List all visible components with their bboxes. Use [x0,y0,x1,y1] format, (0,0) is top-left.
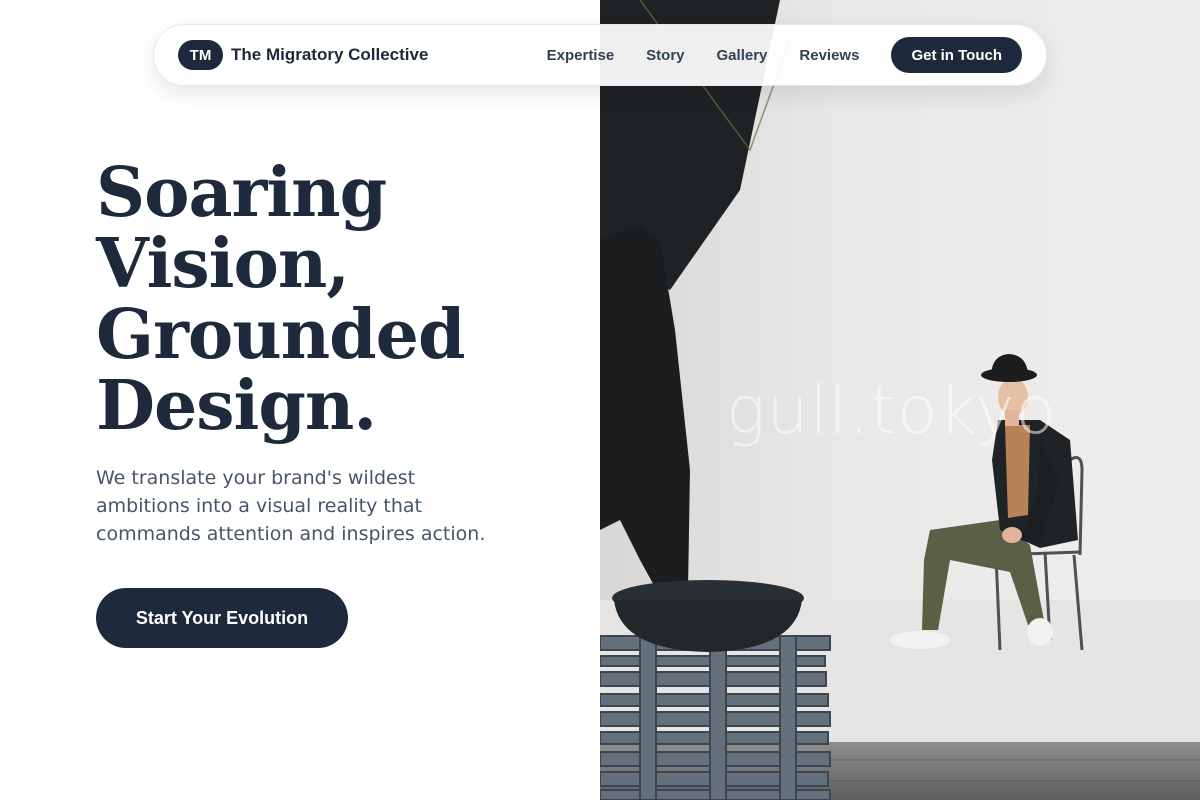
hero-title-line: Design. [96,366,377,446]
hero-title-line: Vision, [96,224,350,304]
nav-link-reviews[interactable]: Reviews [799,47,859,64]
get-in-touch-button[interactable]: Get in Touch [891,37,1022,73]
hero-photo: gull.tokyo [600,0,1200,800]
start-evolution-button[interactable]: Start Your Evolution [96,588,348,648]
hero-title-line: Grounded [96,295,466,375]
photo-watermark: gull.tokyo [726,372,1057,449]
nav-link-story[interactable]: Story [646,47,684,64]
hero-title: Soaring Vision, Grounded Design. [96,158,576,442]
pallet-stack [600,635,831,800]
nav-links: Expertise Story Gallery Reviews Get in T… [547,37,1022,73]
nav-link-gallery[interactable]: Gallery [717,47,768,64]
brand-logo-badge: TM [178,40,223,70]
brand-link[interactable]: TM The Migratory Collective [178,40,428,70]
nav-link-expertise[interactable]: Expertise [547,47,615,64]
hero-subtitle: We translate your brand's wildest ambiti… [96,467,486,545]
hero-title-line: Soaring [96,153,387,233]
brand-name: The Migratory Collective [231,45,429,64]
top-navbar: TM The Migratory Collective Expertise St… [153,24,1047,86]
